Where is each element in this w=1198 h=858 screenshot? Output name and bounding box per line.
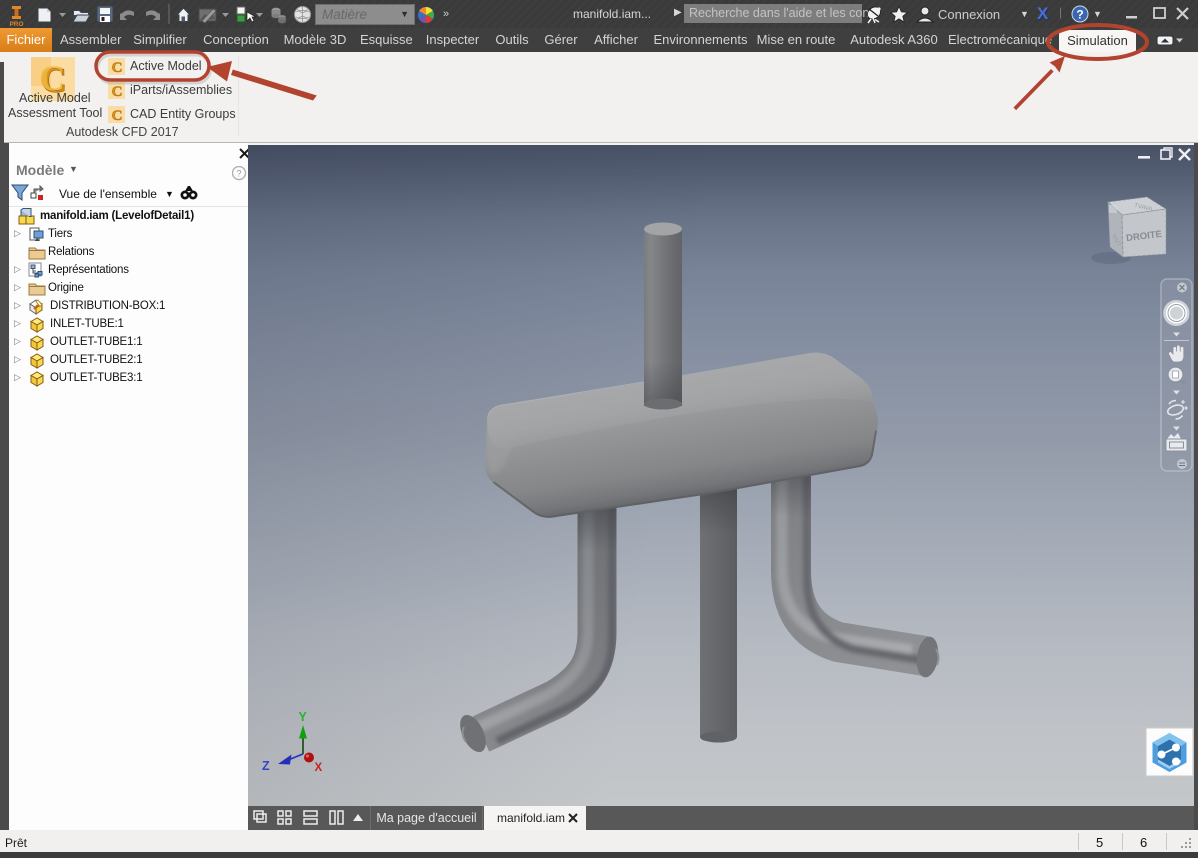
svg-text:Y: Y bbox=[299, 710, 308, 724]
svg-text:Z: Z bbox=[262, 759, 270, 773]
svg-text:C: C bbox=[112, 84, 123, 99]
svg-text:C: C bbox=[112, 60, 123, 75]
svg-text:?: ? bbox=[236, 169, 241, 179]
svg-text:?: ? bbox=[1076, 8, 1083, 22]
svg-text:C: C bbox=[112, 108, 123, 123]
svg-text:X: X bbox=[315, 762, 323, 774]
svg-text:PRO: PRO bbox=[9, 21, 23, 28]
